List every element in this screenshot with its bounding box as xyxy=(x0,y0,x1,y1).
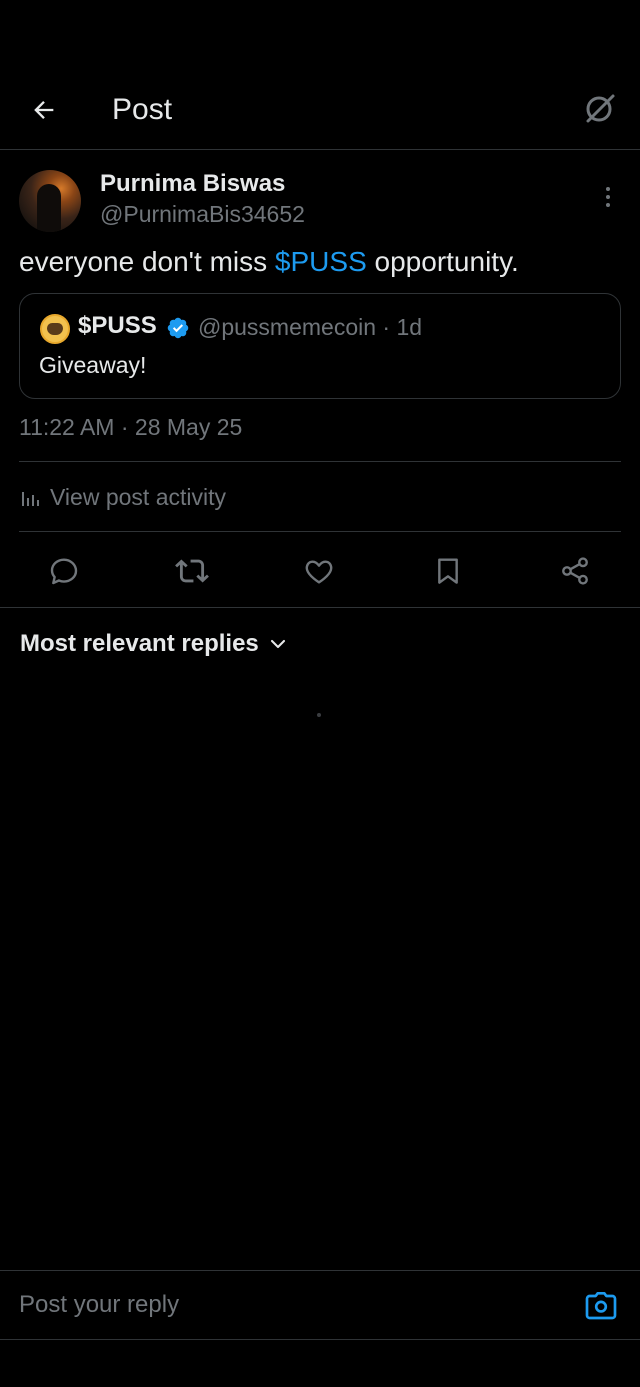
divider xyxy=(19,531,621,532)
quote-avatar-face xyxy=(47,323,63,335)
reply-composer xyxy=(0,1270,640,1340)
action-bar xyxy=(0,540,640,600)
more-options-button[interactable] xyxy=(596,182,620,212)
avatar[interactable] xyxy=(19,170,81,232)
analytics-icon xyxy=(22,491,39,506)
author-handle[interactable]: @PurnimaBis34652 xyxy=(100,201,305,228)
share-button[interactable] xyxy=(558,554,592,588)
repost-button[interactable] xyxy=(175,554,209,588)
post-text-after: opportunity. xyxy=(366,246,519,277)
grok-icon xyxy=(586,94,615,123)
more-dot xyxy=(606,203,610,207)
more-dot xyxy=(606,195,610,199)
quote-handle-time: @pussmemecoin · 1d xyxy=(198,314,423,340)
verified-badge-icon xyxy=(167,317,189,339)
divider xyxy=(19,461,621,462)
reply-input[interactable] xyxy=(19,1287,559,1323)
section-divider xyxy=(0,607,640,608)
grok-button[interactable] xyxy=(580,88,620,128)
bookmark-button[interactable] xyxy=(431,554,465,588)
author-name[interactable]: Purnima Biswas xyxy=(100,170,285,198)
like-icon xyxy=(305,560,333,584)
like-button[interactable] xyxy=(302,554,336,588)
arrow-left-icon xyxy=(34,101,54,119)
more-dot xyxy=(606,187,610,191)
page-title: Post xyxy=(112,93,173,126)
post-text-before: everyone don't miss xyxy=(19,246,275,277)
quoted-post[interactable]: $PUSS @pussmemecoin · 1d Giveaway! xyxy=(19,293,621,399)
loading-indicator xyxy=(317,713,321,717)
quote-avatar xyxy=(40,314,70,344)
cashtag-link[interactable]: $PUSS xyxy=(275,246,367,277)
reply-button[interactable] xyxy=(47,554,81,588)
avatar-silhouette xyxy=(37,184,61,232)
top-app-bar: Post xyxy=(0,72,640,150)
view-post-activity-link[interactable]: View post activity xyxy=(20,484,226,511)
post-text: everyone don't miss $PUSS opportunity. xyxy=(19,246,519,278)
camera-icon xyxy=(585,1292,617,1320)
quote-author-name: $PUSS xyxy=(78,312,157,339)
bookmark-icon xyxy=(438,558,458,584)
replies-sort-label: Most relevant replies xyxy=(20,630,259,657)
replies-sort-dropdown[interactable]: Most relevant replies xyxy=(20,630,287,658)
quote-text: Giveaway! xyxy=(39,352,147,378)
chevron-down-icon xyxy=(270,639,285,649)
activity-label: View post activity xyxy=(50,484,226,510)
share-icon xyxy=(562,557,588,585)
retweet-icon xyxy=(175,559,209,583)
back-button[interactable] xyxy=(26,92,62,128)
camera-button[interactable] xyxy=(584,1291,618,1321)
post-timestamp: 11:22 AM · 28 May 25 xyxy=(19,414,243,440)
reply-icon xyxy=(50,558,78,585)
